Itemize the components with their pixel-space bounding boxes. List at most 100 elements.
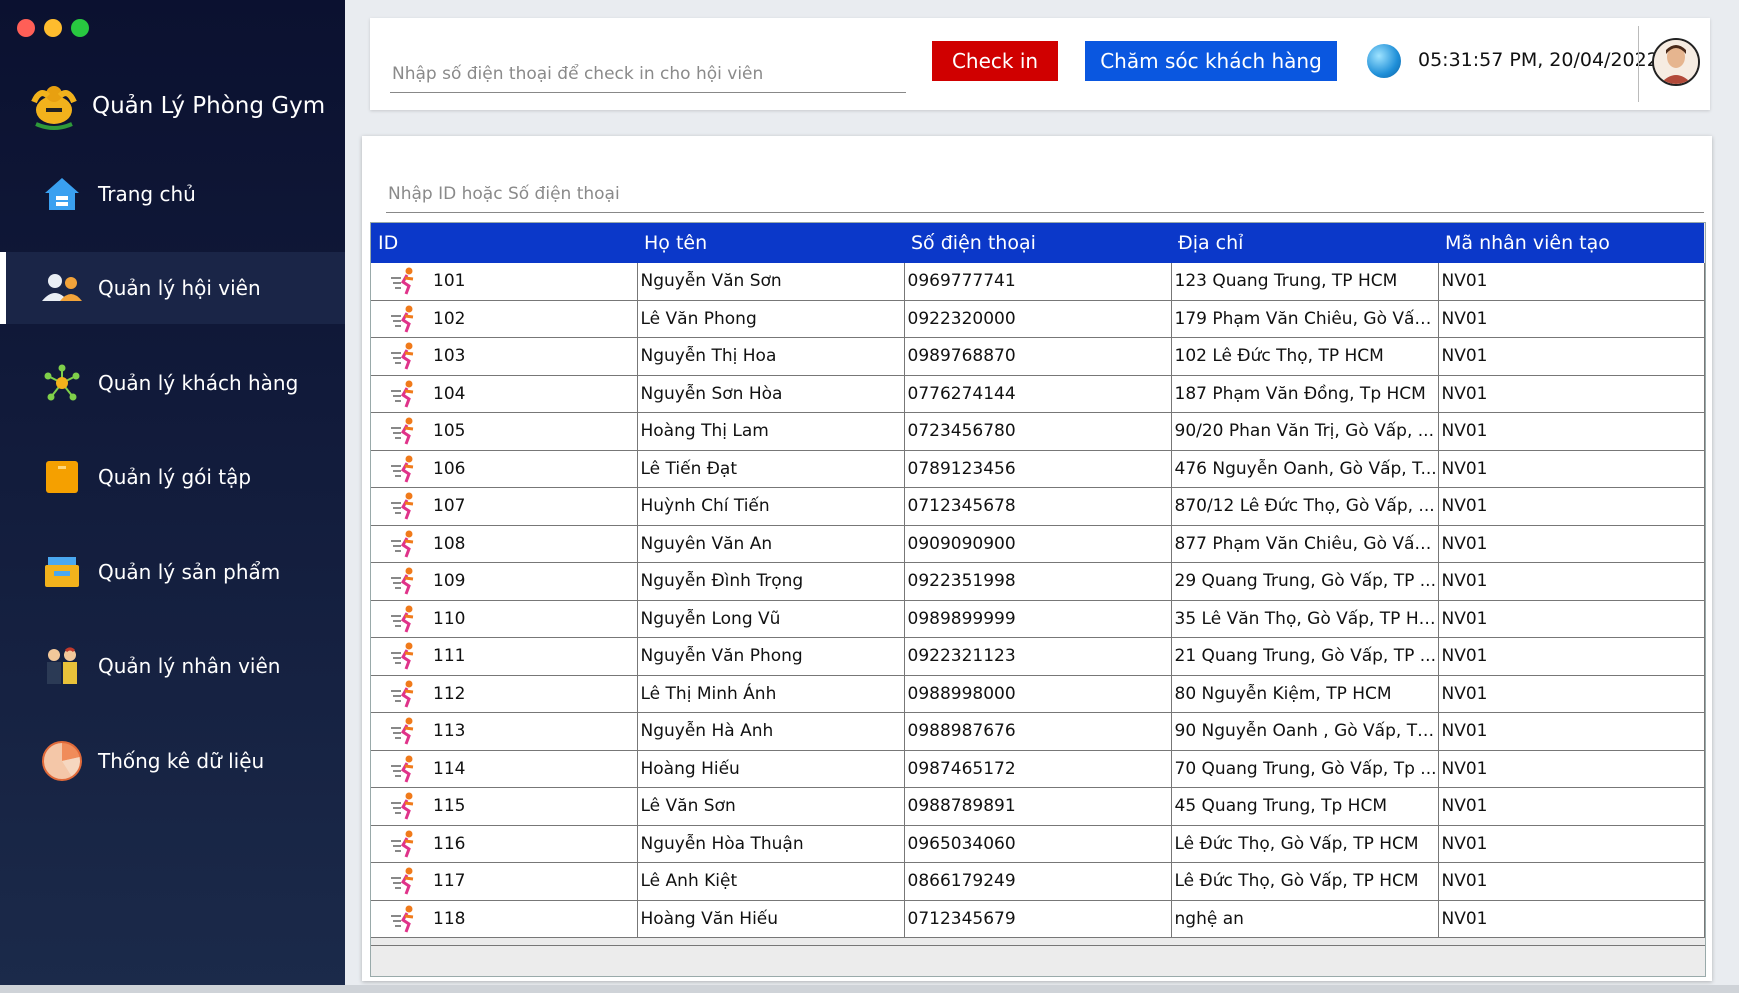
cell-address[interactable]: 90 Nguyễn Oanh , Gò Vấp, TP... [1171, 712, 1439, 751]
cell-address[interactable]: 90/20 Phan Văn Trị, Gò Vấp, ... [1171, 412, 1439, 451]
nav-item-customers[interactable]: Quản lý khách hàng [0, 347, 345, 419]
cell-phone[interactable]: 0723456780 [904, 412, 1172, 451]
cell-phone[interactable]: 0776274144 [904, 375, 1172, 413]
cell-address[interactable]: 21 Quang Trung, Gò Vấp, TP ... [1171, 637, 1439, 676]
cell-name[interactable]: Lê Văn Phong [637, 300, 905, 338]
cell-id[interactable]: 115 [371, 787, 638, 826]
cell-id[interactable]: 113 [371, 712, 638, 751]
cell-id[interactable]: 104 [371, 375, 638, 413]
cell-name[interactable]: Nguyễn Thị Hoa [637, 337, 905, 376]
table-row[interactable]: 105 Hoàng Thị Lam 0723456780 90/20 Phan Văn… [371, 412, 1705, 451]
cell-staff-code[interactable]: NV01 [1438, 787, 1705, 826]
cell-staff-code[interactable]: NV01 [1438, 675, 1705, 713]
cell-staff-code[interactable]: NV01 [1438, 300, 1705, 338]
cell-staff-code[interactable]: NV01 [1438, 412, 1705, 451]
cell-id[interactable]: 111 [371, 637, 638, 676]
cell-phone[interactable]: 0988998000 [904, 675, 1172, 713]
cell-id[interactable]: 110 [371, 600, 638, 638]
cell-phone[interactable]: 0866179249 [904, 862, 1172, 901]
cell-id[interactable]: 112 [371, 675, 638, 713]
table-row[interactable]: 116 Nguyễn Hòa Thuận 0965034060 Lê Đức Thọ,… [371, 825, 1705, 863]
cell-id[interactable]: 103 [371, 337, 638, 376]
cell-id[interactable]: 107 [371, 487, 638, 526]
cell-name[interactable]: Lê Văn Sơn [637, 787, 905, 826]
cell-phone[interactable]: 0922351998 [904, 562, 1172, 601]
cell-staff-code[interactable]: NV01 [1438, 600, 1705, 638]
cell-phone[interactable]: 0922321123 [904, 637, 1172, 676]
cell-name[interactable]: Nguyễn Hòa Thuận [637, 825, 905, 863]
nav-item-packages[interactable]: Quản lý gói tập [0, 441, 345, 513]
column-header-address[interactable]: Địa chỉ [1171, 223, 1438, 263]
cell-name[interactable]: Hoàng Thị Lam [637, 412, 905, 451]
cell-address[interactable]: 179 Phạm Văn Chiêu, Gò Vấp,... [1171, 300, 1439, 338]
cell-name[interactable]: Lê Tiến Đạt [637, 450, 905, 488]
column-header-id[interactable]: ID [371, 223, 637, 263]
table-row[interactable]: 108 Nguyên Văn An 0909090900 877 Phạm Văn C… [371, 525, 1705, 563]
table-row[interactable]: 109 Nguyễn Đình Trọng 0922351998 29 Quang T… [371, 562, 1705, 601]
table-row[interactable]: 111 Nguyễn Văn Phong 0922321123 21 Quang Tr… [371, 637, 1705, 676]
table-row[interactable]: 101 Nguyễn Văn Sơn 0969777741 123 Quang Tru… [371, 263, 1705, 301]
table-row[interactable]: 103 Nguyễn Thị Hoa 0989768870 102 Lê Đức Th… [371, 337, 1705, 376]
table-row[interactable]: 107 Huỳnh Chí Tiến 0712345678 870/12 Lê Đức… [371, 487, 1705, 526]
cell-name[interactable]: Nguyên Văn An [637, 525, 905, 563]
member-search-input[interactable] [386, 176, 1704, 213]
cell-address[interactable]: 476 Nguyễn Oanh, Gò Vấp, T... [1171, 450, 1439, 488]
column-header-name[interactable]: Họ tên [637, 223, 904, 263]
table-row[interactable]: 114 Hoàng Hiếu 0987465172 70 Quang Trung, G… [371, 750, 1705, 788]
cell-phone[interactable]: 0922320000 [904, 300, 1172, 338]
cell-address[interactable]: 80 Nguyễn Kiệm, TP HCM [1171, 675, 1439, 713]
cell-name[interactable]: Lê Thị Minh Ánh [637, 675, 905, 713]
cell-id[interactable]: 102 [371, 300, 638, 338]
cell-name[interactable]: Nguyễn Đình Trọng [637, 562, 905, 601]
cell-phone[interactable]: 0712345679 [904, 900, 1172, 938]
cell-staff-code[interactable]: NV01 [1438, 263, 1705, 301]
cell-id[interactable]: 105 [371, 412, 638, 451]
cell-phone[interactable]: 0789123456 [904, 450, 1172, 488]
cell-staff-code[interactable]: NV01 [1438, 750, 1705, 788]
cell-id[interactable]: 106 [371, 450, 638, 488]
nav-item-staff[interactable]: Quản lý nhân viên [0, 630, 345, 702]
close-window-button[interactable] [17, 19, 35, 37]
cell-staff-code[interactable]: NV01 [1438, 637, 1705, 676]
cell-staff-code[interactable]: NV01 [1438, 375, 1705, 413]
maximize-window-button[interactable] [71, 19, 89, 37]
minimize-window-button[interactable] [44, 19, 62, 37]
check-in-button[interactable]: Check in [932, 41, 1058, 81]
cell-id[interactable]: 109 [371, 562, 638, 601]
table-row[interactable]: 118 Hoàng Văn Hiếu 0712345679 nghệ an NV01 [371, 900, 1705, 938]
horizontal-scrollbar[interactable] [371, 945, 1705, 976]
customer-care-button[interactable]: Chăm sóc khách hàng [1085, 41, 1337, 81]
cell-staff-code[interactable]: NV01 [1438, 712, 1705, 751]
cell-phone[interactable]: 0989768870 [904, 337, 1172, 376]
table-row[interactable]: 106 Lê Tiến Đạt 0789123456 476 Nguyễn Oanh,… [371, 450, 1705, 488]
cell-address[interactable]: 35 Lê Văn Thọ, Gò Vấp, TP HCM [1171, 600, 1439, 638]
cell-staff-code[interactable]: NV01 [1438, 862, 1705, 901]
cell-name[interactable]: Nguyễn Sơn Hòa [637, 375, 905, 413]
cell-name[interactable]: Hoàng Văn Hiếu [637, 900, 905, 938]
cell-staff-code[interactable]: NV01 [1438, 337, 1705, 376]
cell-address[interactable]: 123 Quang Trung, TP HCM [1171, 263, 1439, 301]
cell-phone[interactable]: 0909090900 [904, 525, 1172, 563]
cell-address[interactable]: nghệ an [1171, 900, 1439, 938]
cell-name[interactable]: Hoàng Hiếu [637, 750, 905, 788]
cell-phone[interactable]: 0989899999 [904, 600, 1172, 638]
cell-staff-code[interactable]: NV01 [1438, 562, 1705, 601]
cell-name[interactable]: Nguyễn Long Vũ [637, 600, 905, 638]
nav-item-products[interactable]: Quản lý sản phẩm [0, 536, 345, 608]
table-row[interactable]: 117 Lê Anh Kiệt 0866179249 Lê Đức Thọ, Gò V… [371, 862, 1705, 901]
table-row[interactable]: 112 Lê Thị Minh Ánh 0988998000 80 Nguyễn Ki… [371, 675, 1705, 713]
cell-address[interactable]: 877 Phạm Văn Chiêu, Gò Vấp,... [1171, 525, 1439, 563]
cell-address[interactable]: 102 Lê Đức Thọ, TP HCM [1171, 337, 1439, 376]
cell-name[interactable]: Nguyễn Văn Phong [637, 637, 905, 676]
cell-address[interactable]: 187 Phạm Văn Đồng, Tp HCM [1171, 375, 1439, 413]
table-row[interactable]: 104 Nguyễn Sơn Hòa 0776274144 187 Phạm Văn … [371, 375, 1705, 413]
table-row[interactable]: 110 Nguyễn Long Vũ 0989899999 35 Lê Văn Thọ… [371, 600, 1705, 638]
cell-phone[interactable]: 0965034060 [904, 825, 1172, 863]
column-header-staff-code[interactable]: Mã nhân viên tạo [1438, 223, 1704, 263]
cell-name[interactable]: Lê Anh Kiệt [637, 862, 905, 901]
cell-phone[interactable]: 0988987676 [904, 712, 1172, 751]
cell-name[interactable]: Nguyễn Hà Anh [637, 712, 905, 751]
avatar[interactable] [1652, 38, 1700, 86]
cell-phone[interactable]: 0712345678 [904, 487, 1172, 526]
table-row[interactable]: 115 Lê Văn Sơn 0988789891 45 Quang Trung, T… [371, 787, 1705, 826]
